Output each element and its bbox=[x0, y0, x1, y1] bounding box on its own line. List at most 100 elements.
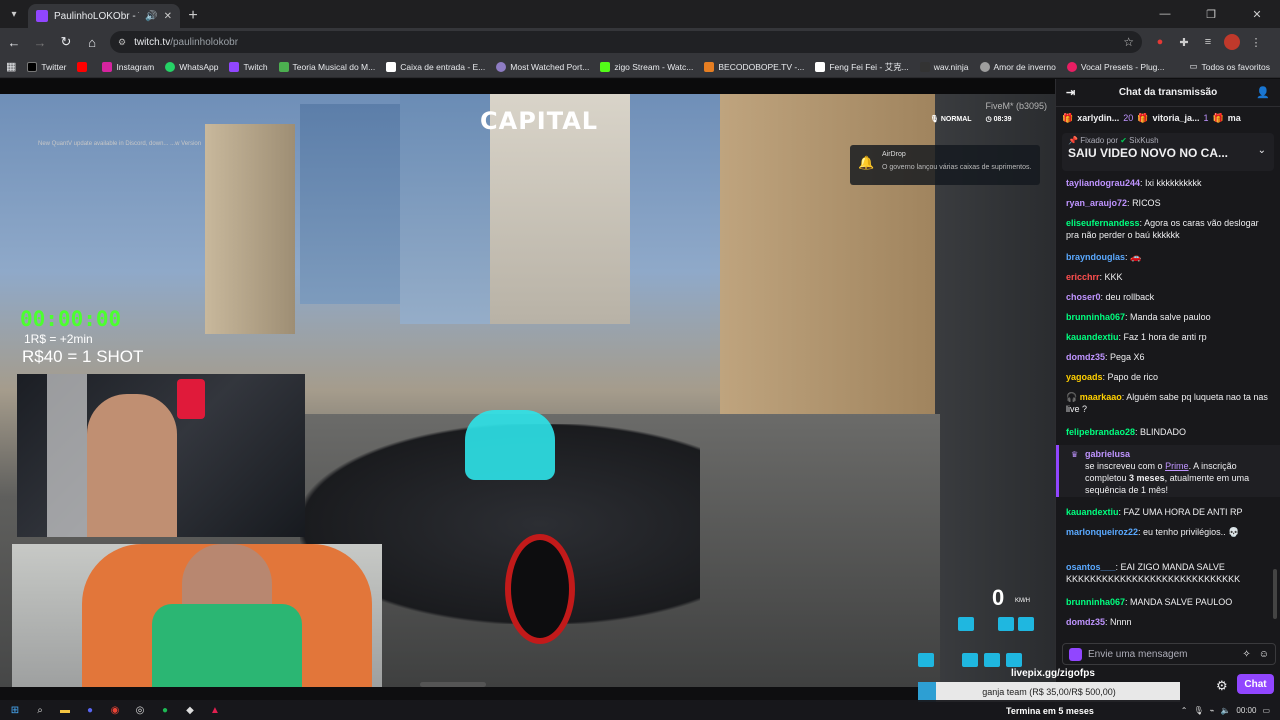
search-icon[interactable]: ⌕ bbox=[29, 700, 51, 720]
site-info-icon[interactable]: ⚙ bbox=[118, 37, 126, 48]
prime-link[interactable]: Prime bbox=[1165, 461, 1189, 471]
file-explorer-icon[interactable]: ▬ bbox=[54, 700, 76, 720]
media-queue-icon[interactable]: ≡ bbox=[1200, 34, 1216, 50]
chat-username[interactable]: yagoads bbox=[1066, 372, 1103, 382]
profile-avatar[interactable] bbox=[1224, 34, 1240, 50]
url-host: twitch.tv bbox=[134, 36, 171, 48]
apps-grid-icon[interactable]: ▦ bbox=[6, 60, 16, 73]
chat-settings-gear-icon[interactable]: ⚙ bbox=[1216, 678, 1228, 694]
chat-message: osantos___: EAI ZIGO MANDA SALVE KKKKKKK… bbox=[1066, 562, 1241, 584]
speaker-icon[interactable]: 🔊 bbox=[145, 11, 157, 22]
bookmark-amor-de-inverno[interactable]: Amor de inverno bbox=[979, 61, 1056, 72]
video-scrubber[interactable] bbox=[420, 682, 486, 687]
bits-icon[interactable] bbox=[1069, 647, 1082, 661]
new-tab-button[interactable]: + bbox=[180, 4, 206, 28]
chat-username[interactable]: domdz35 bbox=[1066, 352, 1105, 362]
vehicle-hud-icons bbox=[958, 617, 1034, 631]
site-icon bbox=[919, 61, 930, 72]
leader-name[interactable]: ma bbox=[1228, 113, 1241, 123]
network-icon[interactable]: ⌁ bbox=[1210, 706, 1215, 715]
chat-username[interactable]: ericchrr bbox=[1066, 272, 1100, 282]
bookmark-whatsapp[interactable]: WhatsApp bbox=[165, 61, 218, 72]
bookmark-twitch[interactable]: Twitch bbox=[229, 61, 268, 72]
tab-search-icon[interactable]: ▾ bbox=[0, 0, 28, 28]
bookmark-most-watched[interactable]: Most Watched Port... bbox=[496, 61, 589, 72]
discord-icon[interactable]: ● bbox=[79, 700, 101, 720]
chat-username[interactable]: marlonqueiroz22 bbox=[1066, 527, 1138, 537]
chat-scrollbar[interactable] bbox=[1273, 569, 1277, 619]
volume-icon[interactable]: 🔈 bbox=[1220, 706, 1230, 715]
power-ups-icon[interactable]: ✧ bbox=[1242, 649, 1250, 660]
bookmark-vocal-presets[interactable]: Vocal Presets - Plug... bbox=[1066, 61, 1165, 72]
forward-icon[interactable]: → bbox=[28, 30, 52, 54]
instagram-icon bbox=[102, 61, 113, 72]
chat-username[interactable]: eliseufernandess bbox=[1066, 218, 1140, 228]
emote-icon[interactable]: ☺ bbox=[1259, 649, 1269, 660]
back-icon[interactable]: ← bbox=[2, 30, 26, 54]
extensions-puzzle-icon[interactable]: ✚ bbox=[1176, 34, 1192, 50]
chrome-icon[interactable]: ◉ bbox=[104, 700, 126, 720]
bookmark-instagram[interactable]: Instagram bbox=[102, 61, 154, 72]
bookmark-gmail[interactable]: Caixa de entrada - E... bbox=[386, 61, 485, 72]
tab-twitch[interactable]: PaulinhoLOKObr - Twitch 🔊 ✕ bbox=[28, 4, 180, 28]
chat-username[interactable]: tayliandograu244 bbox=[1066, 178, 1140, 188]
chat-send-button[interactable]: Chat bbox=[1237, 674, 1274, 694]
chat-username[interactable]: kauandextiu bbox=[1066, 507, 1119, 517]
reload-icon[interactable]: ↻ bbox=[54, 30, 78, 54]
bookmark-youtube[interactable] bbox=[77, 61, 91, 72]
spotify-icon[interactable]: ● bbox=[154, 700, 176, 720]
chat-message: marlonqueiroz22: eu tenho privilégios.. … bbox=[1066, 527, 1240, 537]
chat-username[interactable]: domdz35 bbox=[1066, 617, 1105, 627]
minimize-icon[interactable]: — bbox=[1142, 0, 1188, 28]
bookmark-becodobope[interactable]: BECODOBOPE.TV -... bbox=[704, 61, 804, 72]
pinned-message[interactable]: 📌 Fixado por ✔ SixKush SAIU VIDEO NOVO N… bbox=[1062, 133, 1274, 171]
clock-icon: ◷ 08:39 bbox=[985, 116, 1012, 123]
bookmark-star-icon[interactable]: ☆ bbox=[1123, 35, 1134, 49]
site-icon bbox=[1066, 61, 1077, 72]
clock-text[interactable]: 00:00 bbox=[1236, 706, 1256, 715]
restore-icon[interactable]: ❐ bbox=[1188, 0, 1234, 28]
chat-username[interactable]: kauandextiu bbox=[1066, 332, 1119, 342]
bookmark-kick[interactable]: zigo Stream - Watc... bbox=[600, 61, 693, 72]
chevron-up-icon[interactable]: ⌃ bbox=[1181, 706, 1188, 715]
chat-username[interactable]: brunninha067 bbox=[1066, 312, 1125, 322]
extension-icon[interactable]: ● bbox=[1152, 34, 1168, 50]
youtube-icon bbox=[77, 61, 88, 72]
close-window-icon[interactable]: ✕ bbox=[1234, 0, 1280, 28]
chat-username[interactable]: maarkaao bbox=[1080, 392, 1122, 402]
chat-username[interactable]: ryan_araujo72 bbox=[1066, 198, 1127, 208]
chevron-down-icon[interactable]: ⌄ bbox=[1258, 145, 1266, 156]
chat-username[interactable]: brayndouglas bbox=[1066, 252, 1125, 262]
webcam-streamer bbox=[17, 374, 305, 537]
all-favorites-folder[interactable]: ▭ Todos os favoritos bbox=[1189, 61, 1270, 72]
windows-start-icon[interactable]: ⊞ bbox=[4, 700, 26, 720]
leader-name[interactable]: vitoria_ja... bbox=[1152, 113, 1199, 123]
chat-text: RICOS bbox=[1132, 198, 1161, 208]
bookmark-wav-ninja[interactable]: wav.ninja bbox=[919, 61, 969, 72]
notifications-icon[interactable]: ▭ bbox=[1262, 706, 1270, 715]
url-path: /paulinholokobr bbox=[170, 36, 239, 48]
obs-icon[interactable]: ◎ bbox=[129, 700, 151, 720]
chat-username[interactable]: osantos___ bbox=[1066, 562, 1116, 572]
sub-username[interactable]: gabrielusa bbox=[1085, 449, 1130, 459]
users-icon[interactable]: 👤 bbox=[1256, 86, 1270, 99]
menu-kebab-icon[interactable]: ⋮ bbox=[1248, 34, 1264, 50]
app-icon[interactable]: ◆ bbox=[179, 700, 201, 720]
chat-username[interactable]: felipebrandao28 bbox=[1066, 427, 1135, 437]
app-icon[interactable]: ▲ bbox=[204, 700, 226, 720]
leader-name[interactable]: xarlydin... bbox=[1077, 113, 1119, 123]
close-tab-icon[interactable]: ✕ bbox=[164, 11, 172, 22]
chat-input[interactable]: Envie uma mensagem ✧ ☺ bbox=[1062, 643, 1276, 665]
subathon-timer: 00:00:00 bbox=[20, 307, 122, 331]
bookmark-teoria-musical[interactable]: Teoria Musical do M... bbox=[278, 61, 375, 72]
address-bar[interactable]: ⚙ twitch.tv/paulinholokobr ☆ bbox=[110, 31, 1142, 53]
chat-username[interactable]: choser0 bbox=[1066, 292, 1101, 302]
bookmark-feng-fei-fei[interactable]: Feng Fei Fei - 艾克... bbox=[815, 61, 909, 73]
bookmark-twitter[interactable]: Twitter bbox=[27, 61, 66, 72]
collapse-chat-icon[interactable]: ⇥ bbox=[1066, 86, 1075, 99]
video-player[interactable]: New QuantV update available in Discord, … bbox=[0, 79, 1055, 687]
wheel bbox=[505, 534, 575, 644]
microphone-icon[interactable]: 🎙 bbox=[1193, 706, 1203, 715]
home-icon[interactable]: ⌂ bbox=[80, 30, 104, 54]
chat-username[interactable]: brunninha067 bbox=[1066, 597, 1125, 607]
